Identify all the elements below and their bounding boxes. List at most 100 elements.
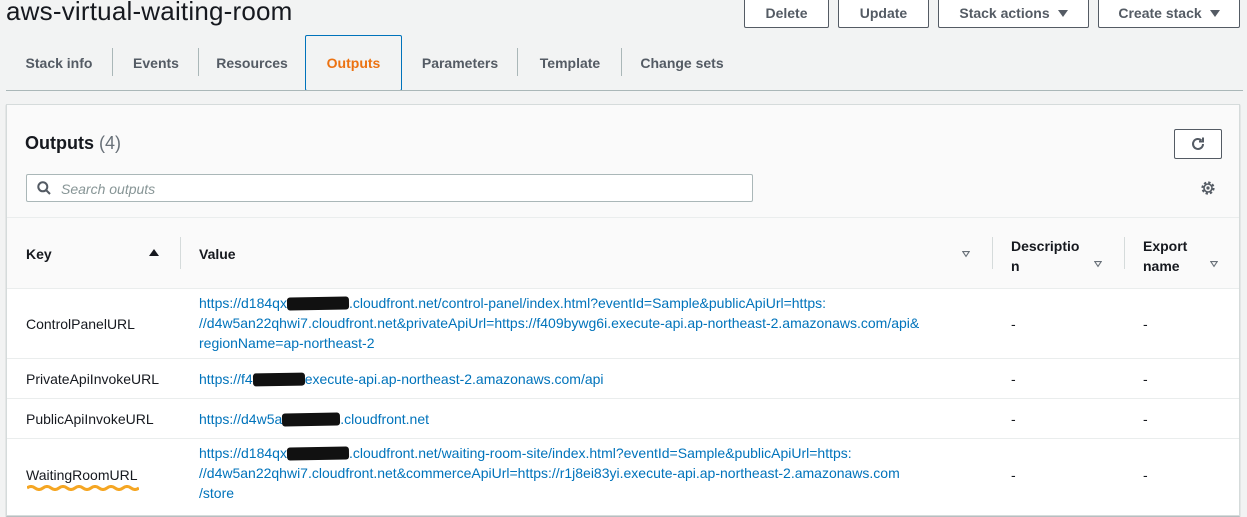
sort-ascending-icon[interactable] <box>149 249 159 256</box>
column-value-label: Value <box>199 246 236 262</box>
tab-label: Events <box>133 55 179 71</box>
tab-resources[interactable]: Resources <box>201 35 303 91</box>
tab-divider <box>621 48 622 76</box>
sort-caret-icon[interactable] <box>962 250 970 258</box>
gear-icon <box>1201 181 1215 195</box>
outputs-count: (4) <box>99 133 122 153</box>
refresh-button[interactable] <box>1174 129 1222 159</box>
column-description-line2: n <box>1011 258 1020 274</box>
tab-label: Parameters <box>421 55 499 71</box>
outputs-title-text: Outputs <box>25 133 94 153</box>
redaction-mark <box>286 296 350 311</box>
column-header-description[interactable]: Descriptio n <box>1011 236 1079 276</box>
column-export-line2: name <box>1143 258 1180 274</box>
output-value-link[interactable]: https://f4 execute-api.ap-northeast-2.ama… <box>199 369 979 389</box>
output-export-name: - <box>1143 411 1148 427</box>
value-text: .cloudfront.net/waiting-room-site/index.… <box>348 445 852 461</box>
output-export-name: - <box>1143 467 1148 483</box>
column-header-export-name[interactable]: Export name <box>1143 236 1187 276</box>
output-key: WaitingRoomURL <box>26 467 138 483</box>
value-line: //d4w5an22qhwi7.cloudfront.net&privateAp… <box>199 315 920 331</box>
output-key: PrivateApiInvokeURL <box>26 371 160 387</box>
stack-title: aws-virtual-waiting-room <box>6 0 293 26</box>
outputs-title: Outputs (4) <box>25 133 121 154</box>
output-description: - <box>1011 411 1016 427</box>
table-row: ControlPanelURL https://d184qx .cloudfron… <box>7 289 1239 359</box>
sort-caret-icon[interactable] <box>1210 260 1218 268</box>
stack-actions-label: Stack actions <box>959 5 1050 21</box>
output-value-link[interactable]: https://d184qx .cloudfront.net/waiting-ro… <box>199 443 979 503</box>
delete-button-label: Delete <box>765 5 808 21</box>
caret-down-icon <box>1057 9 1068 17</box>
column-header-key[interactable]: Key <box>26 246 52 262</box>
tab-label: Template <box>539 55 601 71</box>
column-divider <box>180 237 181 269</box>
output-value-link[interactable]: https://d184qx .cloudfront.net/control-pa… <box>199 293 979 353</box>
output-description: - <box>1011 316 1016 332</box>
outputs-panel: Outputs (4) Key Value <box>6 104 1240 516</box>
table-header: Key Value Descriptio n Export name <box>7 218 1239 289</box>
value-text: .cloudfront.net <box>340 411 430 427</box>
tab-change-sets[interactable]: Change sets <box>624 35 740 91</box>
sort-caret-icon[interactable] <box>1094 260 1102 268</box>
output-key: ControlPanelURL <box>26 316 135 332</box>
update-button[interactable]: Update <box>838 0 929 28</box>
column-divider <box>1124 237 1125 269</box>
table-row: PrivateApiInvokeURL https://f4 execute-ap… <box>7 359 1239 399</box>
tab-label: Outputs <box>326 55 381 71</box>
update-button-label: Update <box>859 5 908 21</box>
search-outputs-input[interactable] <box>59 177 743 201</box>
output-export-name: - <box>1143 316 1148 332</box>
highlight-underline <box>27 485 139 491</box>
table-row: PublicApiInvokeURL https://d4w5a .cloudfr… <box>7 399 1239 439</box>
caret-down-icon <box>1209 9 1220 17</box>
value-text: https://d184qx <box>199 295 287 311</box>
tab-label: Resources <box>216 55 288 71</box>
value-text: https://d4w5a <box>199 411 283 427</box>
value-line: regionName=ap-northeast-2 <box>199 335 375 351</box>
output-description: - <box>1011 371 1016 387</box>
search-icon <box>37 181 51 195</box>
delete-button[interactable]: Delete <box>744 0 829 28</box>
value-text: https://d184qx <box>199 445 287 461</box>
tab-template[interactable]: Template <box>520 35 620 91</box>
column-key-label: Key <box>26 246 52 262</box>
search-outputs-field[interactable] <box>26 174 753 202</box>
output-export-name: - <box>1143 371 1148 387</box>
tabs-underline <box>6 90 1243 91</box>
create-stack-button[interactable]: Create stack <box>1098 0 1240 28</box>
tab-stack-info[interactable]: Stack info <box>10 35 108 91</box>
tab-outputs[interactable]: Outputs <box>305 35 402 91</box>
stack-tabs: Stack info Events Resources Outputs Para… <box>0 35 1247 91</box>
tab-label: Change sets <box>640 55 724 71</box>
stack-actions-button[interactable]: Stack actions <box>938 0 1089 28</box>
value-text: .cloudfront.net/control-panel/index.html… <box>348 295 827 311</box>
column-export-line1: Export <box>1143 238 1188 254</box>
output-description: - <box>1011 467 1016 483</box>
output-key: PublicApiInvokeURL <box>26 411 154 427</box>
tab-divider <box>198 48 199 76</box>
tab-parameters[interactable]: Parameters <box>404 35 516 91</box>
tab-label: Stack info <box>25 55 93 71</box>
tab-divider <box>112 48 113 76</box>
column-description-line1: Descriptio <box>1011 238 1080 254</box>
outputs-panel-header: Outputs (4) <box>7 105 1239 218</box>
redaction-mark <box>282 412 341 427</box>
value-line: /store <box>199 485 235 501</box>
column-divider <box>992 237 993 269</box>
refresh-icon <box>1192 137 1204 150</box>
table-row: WaitingRoomURL https://d184qx .cloudfront… <box>7 439 1239 513</box>
value-line: //d4w5an22qhwi7.cloudfront.net&commerceA… <box>199 465 900 481</box>
tab-divider <box>517 48 518 76</box>
value-line: https://d184qx .cloudfront.net/control-pa… <box>199 293 979 313</box>
create-stack-label: Create stack <box>1118 5 1202 21</box>
settings-button[interactable] <box>1200 180 1216 201</box>
value-text: execute-api.ap-northeast-2.amazonaws.com… <box>304 371 604 387</box>
output-value-link[interactable]: https://d4w5a .cloudfront.net <box>199 409 979 429</box>
value-line: https://d184qx .cloudfront.net/waiting-ro… <box>199 443 979 463</box>
redaction-mark <box>252 372 305 387</box>
column-header-value[interactable]: Value <box>199 246 236 262</box>
tab-events[interactable]: Events <box>116 35 196 91</box>
value-text: https://f4 <box>199 371 253 387</box>
redaction-mark <box>286 446 350 461</box>
